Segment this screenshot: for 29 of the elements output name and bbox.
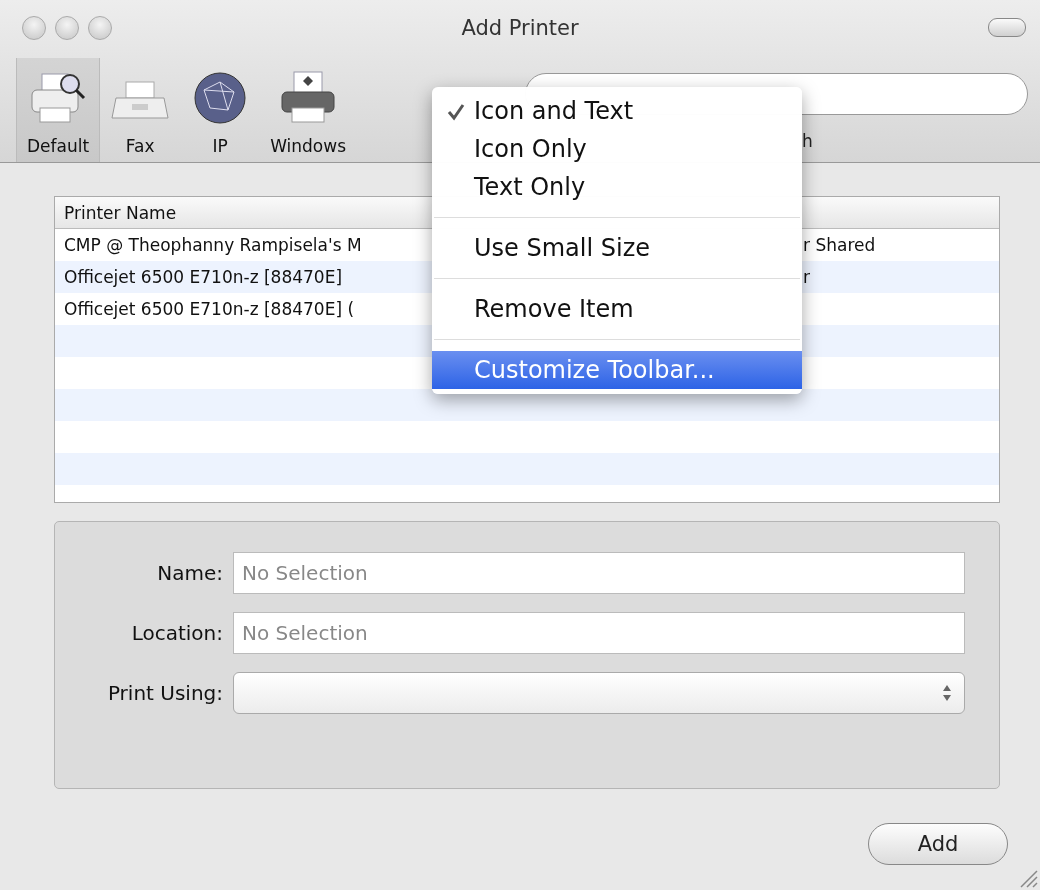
- table-cell-text: r Shared: [803, 235, 877, 255]
- toolbar-button[interactable]: IP: [180, 58, 261, 162]
- table-cell-text: r: [803, 267, 811, 287]
- menu-item[interactable]: Icon Only: [432, 130, 802, 168]
- search-label: h: [802, 131, 813, 151]
- field-label: Name:: [156, 561, 223, 585]
- text-field[interactable]: No Selection: [233, 612, 965, 654]
- field-label: Location:: [130, 621, 223, 645]
- toolbar-button[interactable]: Windows: [260, 58, 356, 162]
- menu-item[interactable]: Icon and Text: [432, 92, 802, 130]
- add-button[interactable]: Add: [868, 823, 1008, 865]
- window-control-button[interactable]: [55, 15, 79, 40]
- toolbar-toggle-button[interactable]: [988, 18, 1026, 37]
- popup-menu[interactable]: [233, 672, 965, 714]
- toolbar-button[interactable]: Fax: [100, 58, 181, 162]
- menu-item[interactable]: Customize Toolbar...: [432, 351, 802, 389]
- window-control-button[interactable]: [22, 15, 46, 40]
- table-cell-text: CMP @ Theophanny Rampisela's M: [63, 235, 363, 255]
- window-title: Add Printer: [460, 15, 580, 40]
- table-cell-text: Officejet 6500 E710n-z [88470E]: [63, 267, 344, 287]
- menu-item[interactable]: Remove Item: [432, 290, 802, 328]
- toolbar-button[interactable]: Default: [16, 58, 101, 162]
- menu-item[interactable]: Text Only: [432, 168, 802, 206]
- column-header[interactable]: Printer Name: [55, 202, 177, 223]
- text-field[interactable]: No Selection: [233, 552, 965, 594]
- field-label: Print Using:: [106, 681, 223, 705]
- menu-item[interactable]: Use Small Size: [432, 229, 802, 267]
- table-cell-text: Officejet 6500 E710n-z [88470E] (: [63, 299, 356, 319]
- window-control-button[interactable]: [88, 15, 112, 40]
